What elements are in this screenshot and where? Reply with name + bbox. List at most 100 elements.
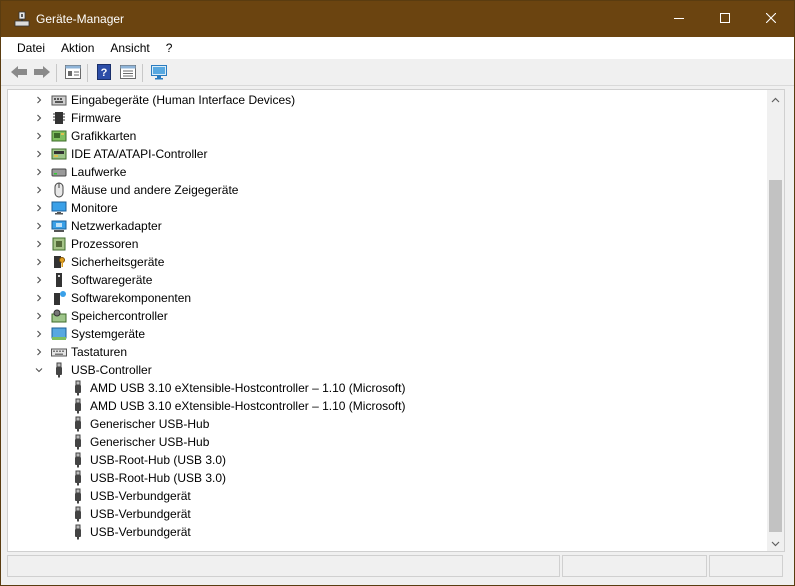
tree-category[interactable]: Tastaturen	[33, 343, 127, 361]
security-device-icon	[51, 254, 67, 270]
maximize-button[interactable]	[702, 1, 748, 37]
tree-category[interactable]: USB-Controller	[33, 361, 152, 379]
menu-help[interactable]: ?	[158, 37, 181, 59]
tree-category[interactable]: Netzwerkadapter	[33, 217, 162, 235]
help-button[interactable]: ?	[94, 63, 114, 83]
tree-category[interactable]: Monitore	[33, 199, 118, 217]
properties-icon	[65, 64, 81, 82]
view-button[interactable]	[118, 63, 138, 83]
tree-category[interactable]: Mäuse und andere Zeigegeräte	[33, 181, 238, 199]
tree-item-label: Generischer USB-Hub	[90, 417, 210, 431]
tree-item-label: USB-Verbundgerät	[90, 525, 191, 539]
tree-category[interactable]: Speichercontroller	[33, 307, 168, 325]
back-arrow-icon	[10, 65, 28, 82]
toolbar-separator	[56, 64, 57, 82]
chevron-right-icon[interactable]	[33, 271, 45, 289]
tree-item-label: Systemgeräte	[71, 327, 146, 341]
tree-category[interactable]: Firmware	[33, 109, 121, 127]
vertical-scrollbar[interactable]	[767, 90, 784, 551]
tree-device[interactable]: USB-Verbundgerät	[52, 523, 191, 541]
tree-device[interactable]: Generischer USB-Hub	[52, 415, 209, 433]
tree-category[interactable]: Softwaregeräte	[33, 271, 152, 289]
chevron-right-icon[interactable]	[33, 235, 45, 253]
tree-device[interactable]: Generischer USB-Hub	[52, 433, 209, 451]
system-device-icon	[51, 326, 67, 342]
chevron-right-icon[interactable]	[33, 181, 45, 199]
forward-button[interactable]	[32, 63, 52, 83]
tree-device[interactable]: AMD USB 3.10 eXtensible-Hostcontroller –…	[52, 379, 405, 397]
scroll-up-button[interactable]	[767, 90, 784, 107]
tree-device[interactable]: USB-Verbundgerät	[52, 487, 191, 505]
chevron-right-icon[interactable]	[33, 325, 45, 343]
toolbar-separator	[87, 64, 88, 82]
menu-aktion[interactable]: Aktion	[53, 37, 102, 59]
chevron-right-icon[interactable]	[33, 109, 45, 127]
chevron-down-icon	[771, 536, 780, 550]
chevron-right-icon[interactable]	[33, 199, 45, 217]
tree-category[interactable]: Laufwerke	[33, 163, 126, 181]
tree-category[interactable]: Grafikkarten	[33, 127, 136, 145]
properties-button[interactable]	[63, 63, 83, 83]
hid-icon	[51, 92, 67, 108]
tree-category[interactable]: Softwarekomponenten	[33, 289, 191, 307]
usb-icon	[70, 434, 86, 450]
chevron-down-icon[interactable]	[33, 361, 45, 379]
scroll-down-button[interactable]	[767, 534, 784, 551]
network-adapter-icon	[51, 218, 67, 234]
device-manager-window: Geräte-Manager Datei Aktion Ansicht ? ?	[0, 0, 795, 586]
tree-category[interactable]: Sicherheitsgeräte	[33, 253, 164, 271]
scroll-thumb[interactable]	[769, 180, 782, 532]
tree-item-label: Mäuse und andere Zeigegeräte	[71, 183, 239, 197]
disk-drive-icon	[51, 164, 67, 180]
back-button[interactable]	[9, 63, 29, 83]
help-icon: ?	[97, 63, 111, 83]
chevron-right-icon[interactable]	[33, 307, 45, 325]
usb-icon	[70, 488, 86, 504]
toolbar-separator	[142, 64, 143, 82]
chevron-right-icon[interactable]	[33, 91, 45, 109]
monitor-icon	[51, 200, 67, 216]
menu-ansicht[interactable]: Ansicht	[102, 37, 157, 59]
chevron-right-icon[interactable]	[33, 253, 45, 271]
close-button[interactable]	[748, 1, 794, 37]
minimize-button[interactable]	[656, 1, 702, 37]
chevron-right-icon[interactable]	[33, 163, 45, 181]
tree-item-label: IDE ATA/ATAPI-Controller	[71, 147, 208, 161]
title-bar[interactable]: Geräte-Manager	[1, 1, 794, 37]
view-icon	[120, 64, 136, 82]
chevron-right-icon[interactable]	[33, 217, 45, 235]
tree-item-label: Sicherheitsgeräte	[71, 255, 165, 269]
tree-item-label: USB-Controller	[71, 363, 152, 377]
tree-category[interactable]: Eingabegeräte (Human Interface Devices)	[33, 91, 295, 109]
chevron-right-icon[interactable]	[33, 343, 45, 361]
tree-item-label: Speichercontroller	[71, 309, 168, 323]
scan-hardware-button[interactable]	[149, 63, 169, 83]
device-manager-app-icon	[14, 11, 30, 27]
tree-item-label: Softwaregeräte	[71, 273, 153, 287]
tree-device[interactable]: USB-Verbundgerät	[52, 505, 191, 523]
monitor-scan-icon	[150, 64, 168, 83]
tree-category[interactable]: IDE ATA/ATAPI-Controller	[33, 145, 207, 163]
tree-device[interactable]: USB-Root-Hub (USB 3.0)	[52, 451, 226, 469]
chevron-right-icon[interactable]	[33, 127, 45, 145]
usb-icon	[51, 362, 67, 378]
keyboard-icon	[51, 344, 67, 360]
tree-device[interactable]: AMD USB 3.10 eXtensible-Hostcontroller –…	[52, 397, 405, 415]
menu-bar: Datei Aktion Ansicht ?	[1, 37, 794, 59]
chevron-right-icon[interactable]	[33, 145, 45, 163]
device-tree[interactable]: Eingabegeräte (Human Interface Devices) F…	[7, 89, 785, 552]
tree-item-label: USB-Root-Hub (USB 3.0)	[90, 471, 227, 485]
chevron-right-icon[interactable]	[33, 289, 45, 307]
tree-item-label: Firmware	[71, 111, 121, 125]
tree-category[interactable]: Prozessoren	[33, 235, 138, 253]
tree-item-label: Eingabegeräte (Human Interface Devices)	[71, 93, 296, 107]
menu-datei[interactable]: Datei	[9, 37, 53, 59]
ide-controller-icon	[51, 146, 67, 162]
status-bar	[7, 555, 785, 579]
tree-device[interactable]: USB-Root-Hub (USB 3.0)	[52, 469, 226, 487]
tree-category[interactable]: Systemgeräte	[33, 325, 145, 343]
